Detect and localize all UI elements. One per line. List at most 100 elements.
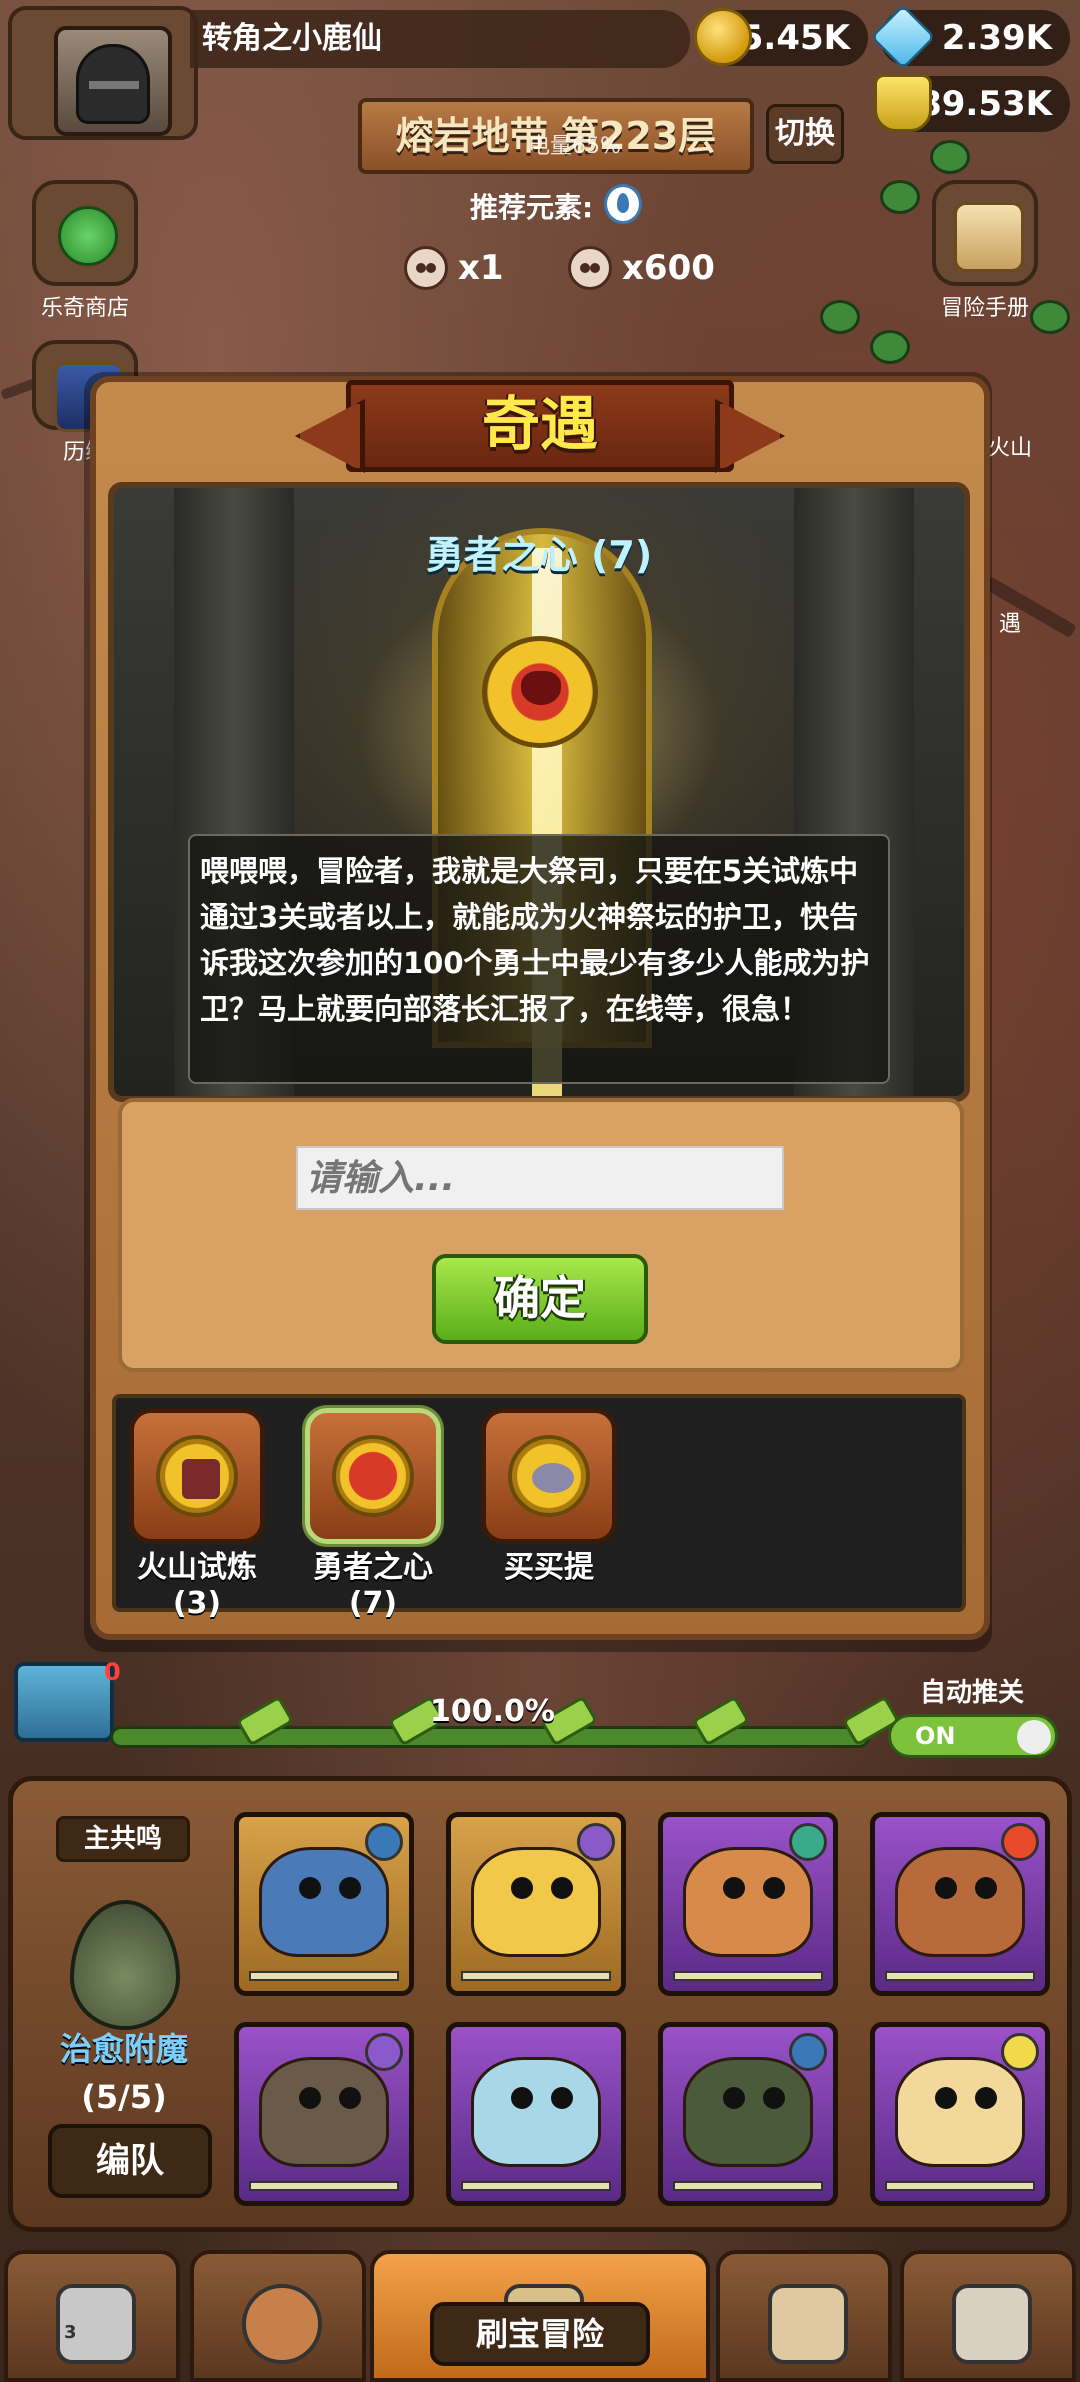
hero-eye bbox=[339, 1877, 361, 1899]
event-card-label: 火山试炼 bbox=[137, 1550, 257, 1585]
hero-hp-bar bbox=[885, 1971, 1035, 1981]
event-card-brave-heart[interactable]: 勇者之心 (7) bbox=[298, 1408, 448, 1622]
chest-count-badge: 0 bbox=[104, 1658, 121, 1686]
hero-portrait bbox=[683, 1847, 813, 1957]
skull-icon bbox=[568, 246, 612, 290]
adventure-tab-label: 刷宝冒险 bbox=[430, 2302, 650, 2366]
potion-icon bbox=[874, 74, 932, 132]
event-card-frame bbox=[481, 1408, 617, 1544]
lamp-icon bbox=[532, 1463, 574, 1493]
battery-overlay-text: 电量65% bbox=[528, 134, 621, 159]
clover-icon bbox=[58, 206, 118, 266]
skull-icon bbox=[404, 246, 448, 290]
hero-card[interactable] bbox=[234, 1812, 414, 1996]
hero-card[interactable] bbox=[870, 1812, 1050, 1996]
hero-eye bbox=[975, 2087, 997, 2109]
confirm-button[interactable]: 确定 bbox=[432, 1254, 648, 1344]
event-card-frame bbox=[305, 1408, 441, 1544]
tab-inventory[interactable] bbox=[716, 2250, 892, 2382]
hero-card[interactable] bbox=[658, 1812, 838, 1996]
hero-hp-bar bbox=[673, 1971, 823, 1981]
hero-hp-bar bbox=[249, 2181, 399, 2191]
gem-counter[interactable]: 2.39K bbox=[870, 4, 1070, 70]
auto-advance-label: 自动推关 bbox=[920, 1678, 1025, 1708]
hero-portrait bbox=[895, 2057, 1025, 2167]
resonance-label[interactable]: 主共鸣 bbox=[56, 1816, 190, 1862]
hero-eye bbox=[511, 1877, 533, 1899]
player-name: 转角之小鹿仙 bbox=[190, 10, 690, 68]
kill-count-normal: x600 bbox=[622, 248, 715, 288]
hero-eye bbox=[339, 2087, 361, 2109]
treasure-chest-icon[interactable] bbox=[14, 1662, 114, 1742]
hero-portrait bbox=[683, 2057, 813, 2167]
stage-progress-bar bbox=[110, 1726, 870, 1748]
hero-eye bbox=[763, 1877, 785, 1899]
event-card-label: 买买提 bbox=[504, 1550, 594, 1585]
recommend-element-label: 推荐元素: bbox=[470, 191, 594, 224]
hero-eye bbox=[299, 1877, 321, 1899]
event-card-volcano-trial[interactable]: 火山试炼 (3) bbox=[122, 1408, 272, 1622]
enchant-count: (5/5) bbox=[81, 2078, 167, 2116]
book-medal-icon bbox=[156, 1435, 238, 1517]
hero-portrait bbox=[259, 2057, 389, 2167]
event-card-count: (7) bbox=[348, 1586, 398, 1621]
sidebar-item-handbook[interactable]: 冒险手册 bbox=[930, 180, 1040, 322]
tab-heroes[interactable] bbox=[190, 2250, 366, 2382]
hero-hp-bar bbox=[461, 1971, 611, 1981]
gem-value: 2.39K bbox=[941, 18, 1052, 58]
light-element-icon bbox=[1001, 2033, 1039, 2071]
potion-counter[interactable]: 89.53K bbox=[874, 74, 1070, 132]
switch-stage-button[interactable]: 切换 bbox=[766, 104, 844, 164]
avatar bbox=[54, 26, 172, 136]
hero-card[interactable] bbox=[446, 1812, 626, 1996]
hero-eye bbox=[551, 1877, 573, 1899]
demon-medal-icon bbox=[482, 636, 598, 748]
hero-card[interactable] bbox=[658, 2022, 838, 2206]
hero-icon bbox=[242, 2284, 322, 2364]
hero-card[interactable] bbox=[234, 2022, 414, 2206]
progress-percent: 100.0% bbox=[430, 1694, 555, 1729]
enemy-sprite bbox=[880, 180, 920, 214]
kill-count-boss: x1 bbox=[458, 248, 504, 288]
hero-eye bbox=[935, 2087, 957, 2109]
auto-advance-toggle[interactable]: ON bbox=[888, 1714, 1058, 1758]
player-avatar-frame[interactable] bbox=[8, 6, 198, 140]
sidebar-item-label: 冒险手册 bbox=[940, 296, 1029, 321]
tab-shop[interactable] bbox=[4, 2250, 180, 2382]
hero-card[interactable] bbox=[870, 2022, 1050, 2206]
event-card-frame bbox=[129, 1408, 265, 1544]
moon-element-icon bbox=[577, 1823, 615, 1861]
hero-eye bbox=[551, 2087, 573, 2109]
event-card-label: 勇者之心 bbox=[313, 1550, 433, 1585]
tab-forge[interactable] bbox=[900, 2250, 1076, 2382]
enemy-sprite bbox=[930, 140, 970, 174]
hero-portrait bbox=[259, 1847, 389, 1957]
enemy-sprite bbox=[870, 330, 910, 364]
wind-element-icon bbox=[789, 1823, 827, 1861]
modal-title: 奇遇 bbox=[481, 390, 598, 458]
fire-element-icon bbox=[1001, 1823, 1039, 1861]
hero-eye bbox=[763, 2087, 785, 2109]
hero-portrait bbox=[471, 1847, 601, 1957]
moon-element-icon bbox=[365, 2033, 403, 2071]
hero-hp-bar bbox=[885, 2181, 1035, 2191]
gold-counter[interactable]: 85.45K bbox=[694, 8, 868, 66]
hero-portrait bbox=[895, 1847, 1025, 1957]
hero-hp-bar bbox=[249, 1971, 399, 1981]
toggle-state-label: ON bbox=[915, 1722, 956, 1750]
hero-portrait bbox=[471, 2057, 601, 2167]
event-card-merchant[interactable]: 买买提 bbox=[474, 1408, 624, 1586]
team-formation-button[interactable]: 编队 bbox=[48, 2124, 212, 2198]
shop-badge: 3 bbox=[64, 2322, 77, 2343]
hero-hp-bar bbox=[673, 2181, 823, 2191]
hero-eye bbox=[511, 2087, 533, 2109]
shop-button-frame bbox=[32, 180, 138, 286]
toggle-knob bbox=[1017, 1720, 1051, 1754]
book-icon bbox=[182, 1459, 220, 1499]
hero-card[interactable] bbox=[446, 2022, 626, 2206]
hero-eye bbox=[299, 2087, 321, 2109]
hammer-icon bbox=[952, 2284, 1032, 2364]
event-dialog: 喂喂喂，冒险者，我就是大祭司，只要在5关试炼中通过3关或者以上，就能成为火神祭坛… bbox=[188, 834, 890, 1084]
sidebar-item-shop[interactable]: 乐奇商店 bbox=[30, 180, 140, 322]
answer-input[interactable] bbox=[296, 1146, 784, 1210]
